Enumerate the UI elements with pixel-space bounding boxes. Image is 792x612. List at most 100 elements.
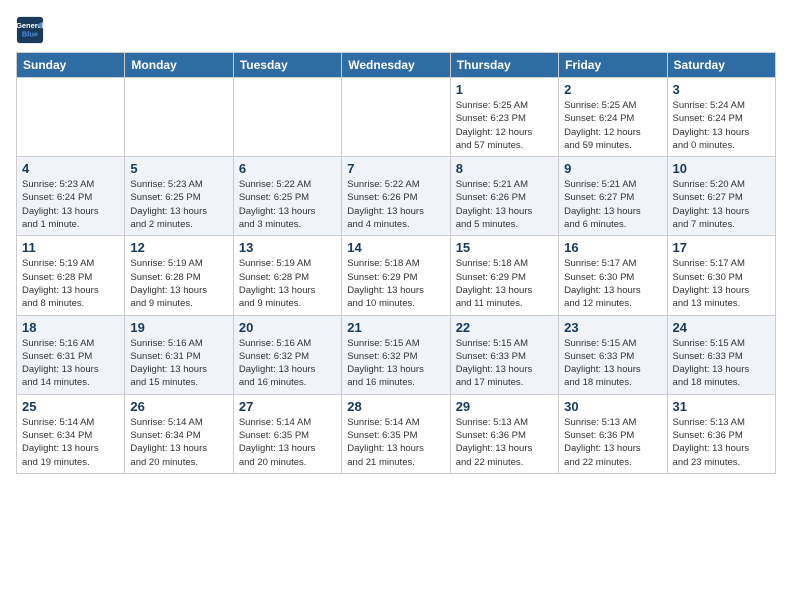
calendar-cell: 26Sunrise: 5:14 AM Sunset: 6:34 PM Dayli…	[125, 394, 233, 473]
day-number: 11	[22, 240, 119, 255]
calendar-cell: 8 Sunrise: 5:21 AM Sunset: 6:26 PM Daylig…	[450, 157, 558, 236]
calendar-cell: 25 Sunrise: 5:14 AM Sunset: 6:34 PM Dayli…	[17, 394, 125, 473]
day-number: 24	[673, 320, 770, 335]
weekday-header-friday: Friday	[559, 53, 667, 78]
day-info: Sunrise: 5:14 AM Sunset: 6:35 PM Dayligh…	[347, 416, 444, 469]
calendar-cell: 7 Sunrise: 5:22 AM Sunset: 6:26 PM Daylig…	[342, 157, 450, 236]
day-info: Sunrise: 5:16 AM Sunset: 6:32 PM Dayligh…	[239, 337, 336, 390]
calendar-cell: 21 Sunrise: 5:15 AM Sunset: 6:32 PM Dayli…	[342, 315, 450, 394]
weekday-header-wednesday: Wednesday	[342, 53, 450, 78]
calendar-cell: 31Sunrise: 5:13 AM Sunset: 6:36 PM Dayli…	[667, 394, 775, 473]
day-number: 7	[347, 161, 444, 176]
day-info: Sunrise: 5:15 AM Sunset: 6:33 PM Dayligh…	[564, 337, 661, 390]
day-info: Sunrise: 5:19 AM Sunset: 6:28 PM Dayligh…	[130, 257, 227, 310]
day-number: 25	[22, 399, 119, 414]
day-info: Sunrise: 5:13 AM Sunset: 6:36 PM Dayligh…	[564, 416, 661, 469]
day-info: Sunrise: 5:22 AM Sunset: 6:25 PM Dayligh…	[239, 178, 336, 231]
day-number: 22	[456, 320, 553, 335]
day-number: 5	[130, 161, 227, 176]
day-number: 12	[130, 240, 227, 255]
day-number: 30	[564, 399, 661, 414]
day-info: Sunrise: 5:24 AM Sunset: 6:24 PM Dayligh…	[673, 99, 770, 152]
day-number: 17	[673, 240, 770, 255]
day-info: Sunrise: 5:18 AM Sunset: 6:29 PM Dayligh…	[347, 257, 444, 310]
day-number: 29	[456, 399, 553, 414]
day-info: Sunrise: 5:13 AM Sunset: 6:36 PM Dayligh…	[456, 416, 553, 469]
calendar-cell: 22Sunrise: 5:15 AM Sunset: 6:33 PM Dayli…	[450, 315, 558, 394]
calendar-cell: 11Sunrise: 5:19 AM Sunset: 6:28 PM Dayli…	[17, 236, 125, 315]
day-number: 3	[673, 82, 770, 97]
calendar-cell	[342, 78, 450, 157]
day-info: Sunrise: 5:23 AM Sunset: 6:24 PM Dayligh…	[22, 178, 119, 231]
day-number: 4	[22, 161, 119, 176]
calendar-cell: 14 Sunrise: 5:18 AM Sunset: 6:29 PM Dayli…	[342, 236, 450, 315]
calendar-cell: 24 Sunrise: 5:15 AM Sunset: 6:33 PM Dayli…	[667, 315, 775, 394]
day-info: Sunrise: 5:25 AM Sunset: 6:23 PM Dayligh…	[456, 99, 553, 152]
calendar-cell	[17, 78, 125, 157]
day-number: 10	[673, 161, 770, 176]
calendar-cell	[233, 78, 341, 157]
weekday-header-sunday: Sunday	[17, 53, 125, 78]
calendar-cell: 18 Sunrise: 5:16 AM Sunset: 6:31 PM Dayli…	[17, 315, 125, 394]
logo: General Blue	[16, 16, 46, 44]
calendar-cell: 6 Sunrise: 5:22 AM Sunset: 6:25 PM Daylig…	[233, 157, 341, 236]
day-number: 8	[456, 161, 553, 176]
svg-text:Blue: Blue	[22, 30, 38, 39]
calendar-cell: 20 Sunrise: 5:16 AM Sunset: 6:32 PM Dayli…	[233, 315, 341, 394]
day-number: 15	[456, 240, 553, 255]
weekday-header-thursday: Thursday	[450, 53, 558, 78]
day-number: 20	[239, 320, 336, 335]
calendar-cell	[125, 78, 233, 157]
day-number: 27	[239, 399, 336, 414]
day-number: 9	[564, 161, 661, 176]
day-info: Sunrise: 5:25 AM Sunset: 6:24 PM Dayligh…	[564, 99, 661, 152]
day-number: 14	[347, 240, 444, 255]
day-info: Sunrise: 5:22 AM Sunset: 6:26 PM Dayligh…	[347, 178, 444, 231]
calendar-cell: 17 Sunrise: 5:17 AM Sunset: 6:30 PM Dayli…	[667, 236, 775, 315]
calendar-cell: 9 Sunrise: 5:21 AM Sunset: 6:27 PM Daylig…	[559, 157, 667, 236]
calendar-cell: 10 Sunrise: 5:20 AM Sunset: 6:27 PM Dayli…	[667, 157, 775, 236]
day-info: Sunrise: 5:17 AM Sunset: 6:30 PM Dayligh…	[564, 257, 661, 310]
day-number: 23	[564, 320, 661, 335]
calendar-cell: 12 Sunrise: 5:19 AM Sunset: 6:28 PM Dayli…	[125, 236, 233, 315]
day-info: Sunrise: 5:14 AM Sunset: 6:35 PM Dayligh…	[239, 416, 336, 469]
day-number: 19	[130, 320, 227, 335]
calendar-cell: 3 Sunrise: 5:24 AM Sunset: 6:24 PM Daylig…	[667, 78, 775, 157]
calendar-cell: 30 Sunrise: 5:13 AM Sunset: 6:36 PM Dayli…	[559, 394, 667, 473]
calendar-cell: 27 Sunrise: 5:14 AM Sunset: 6:35 PM Dayli…	[233, 394, 341, 473]
day-info: Sunrise: 5:14 AM Sunset: 6:34 PM Dayligh…	[22, 416, 119, 469]
calendar-cell: 28 Sunrise: 5:14 AM Sunset: 6:35 PM Dayli…	[342, 394, 450, 473]
day-number: 13	[239, 240, 336, 255]
day-info: Sunrise: 5:21 AM Sunset: 6:26 PM Dayligh…	[456, 178, 553, 231]
day-info: Sunrise: 5:18 AM Sunset: 6:29 PM Dayligh…	[456, 257, 553, 310]
day-info: Sunrise: 5:15 AM Sunset: 6:33 PM Dayligh…	[673, 337, 770, 390]
day-info: Sunrise: 5:20 AM Sunset: 6:27 PM Dayligh…	[673, 178, 770, 231]
calendar-cell: 15 Sunrise: 5:18 AM Sunset: 6:29 PM Dayli…	[450, 236, 558, 315]
day-number: 2	[564, 82, 661, 97]
day-info: Sunrise: 5:21 AM Sunset: 6:27 PM Dayligh…	[564, 178, 661, 231]
day-number: 16	[564, 240, 661, 255]
calendar-table: SundayMondayTuesdayWednesdayThursdayFrid…	[16, 52, 776, 474]
day-info: Sunrise: 5:19 AM Sunset: 6:28 PM Dayligh…	[239, 257, 336, 310]
day-number: 1	[456, 82, 553, 97]
weekday-header-tuesday: Tuesday	[233, 53, 341, 78]
day-number: 26	[130, 399, 227, 414]
calendar-cell: 29 Sunrise: 5:13 AM Sunset: 6:36 PM Dayli…	[450, 394, 558, 473]
day-info: Sunrise: 5:16 AM Sunset: 6:31 PM Dayligh…	[130, 337, 227, 390]
day-number: 18	[22, 320, 119, 335]
day-info: Sunrise: 5:15 AM Sunset: 6:32 PM Dayligh…	[347, 337, 444, 390]
day-number: 28	[347, 399, 444, 414]
calendar-cell: 23 Sunrise: 5:15 AM Sunset: 6:33 PM Dayli…	[559, 315, 667, 394]
calendar-cell: 4 Sunrise: 5:23 AM Sunset: 6:24 PM Daylig…	[17, 157, 125, 236]
calendar-cell: 5 Sunrise: 5:23 AM Sunset: 6:25 PM Daylig…	[125, 157, 233, 236]
calendar-cell: 1 Sunrise: 5:25 AM Sunset: 6:23 PM Daylig…	[450, 78, 558, 157]
calendar-cell: 16 Sunrise: 5:17 AM Sunset: 6:30 PM Dayli…	[559, 236, 667, 315]
day-number: 6	[239, 161, 336, 176]
day-info: Sunrise: 5:23 AM Sunset: 6:25 PM Dayligh…	[130, 178, 227, 231]
day-number: 31	[673, 399, 770, 414]
weekday-header-monday: Monday	[125, 53, 233, 78]
day-info: Sunrise: 5:16 AM Sunset: 6:31 PM Dayligh…	[22, 337, 119, 390]
weekday-header-saturday: Saturday	[667, 53, 775, 78]
day-info: Sunrise: 5:17 AM Sunset: 6:30 PM Dayligh…	[673, 257, 770, 310]
day-number: 21	[347, 320, 444, 335]
